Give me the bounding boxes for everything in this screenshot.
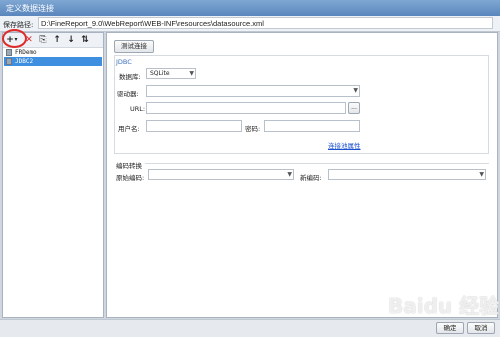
new-encoding-select[interactable]: ▼ xyxy=(328,169,486,180)
url-label: URL: xyxy=(130,105,146,113)
url-browse-button[interactable]: ... xyxy=(348,102,360,114)
chevron-down-icon: ▼ xyxy=(287,171,292,178)
list-item[interactable]: FRDemo xyxy=(4,48,102,57)
database-icon xyxy=(6,58,12,65)
encoding-group-label: 编码转换 xyxy=(116,162,142,170)
new-encoding-label: 新编码: xyxy=(300,174,322,182)
move-down-icon[interactable]: ↓ xyxy=(65,34,77,46)
window-title: 定义数据连接 xyxy=(6,4,54,13)
chevron-down-icon: ▼ xyxy=(189,70,194,77)
move-up-icon[interactable]: ↑ xyxy=(51,34,63,46)
path-field[interactable]: D:\FineReport_9.0\WebReport\WEB-INF\reso… xyxy=(38,17,493,29)
driver-select[interactable]: ▼ xyxy=(146,85,360,97)
jdbc-group-label: JDBC xyxy=(116,58,132,66)
sort-icon[interactable]: ⇅ xyxy=(79,34,91,46)
ok-button[interactable]: 确定 xyxy=(436,322,464,334)
list-item[interactable]: JDBC2 xyxy=(4,57,102,66)
test-connection-button[interactable]: 测试连接 xyxy=(114,40,154,53)
password-label: 密码: xyxy=(245,125,261,133)
copy-icon[interactable]: ⎘ xyxy=(37,34,49,46)
divider xyxy=(145,163,489,164)
url-input[interactable] xyxy=(146,102,346,114)
connection-list-pane xyxy=(2,32,104,318)
list-item-label: FRDemo xyxy=(15,49,37,56)
original-encoding-label: 原始编码: xyxy=(116,174,145,182)
title-bar: 定义数据连接 xyxy=(0,0,500,16)
database-value: SQLite xyxy=(150,70,170,77)
watermark: Baidu 经验 xyxy=(388,294,500,318)
original-encoding-select[interactable]: ▼ xyxy=(148,169,294,180)
driver-label: 驱动器: xyxy=(117,90,139,98)
username-label: 用户名: xyxy=(118,125,140,133)
database-label: 数据库: xyxy=(119,73,141,81)
connection-pool-link[interactable]: 连接池属性 xyxy=(328,140,361,150)
username-input[interactable] xyxy=(146,120,242,132)
highlight-circle xyxy=(2,29,27,48)
button-bar xyxy=(0,319,500,337)
cancel-button[interactable]: 取消 xyxy=(467,322,495,334)
password-input[interactable] xyxy=(264,120,360,132)
database-select[interactable]: SQLite ▼ xyxy=(146,68,196,79)
database-icon xyxy=(6,49,12,56)
chevron-down-icon: ▼ xyxy=(479,171,484,178)
list-item-label: JDBC2 xyxy=(15,58,34,65)
chevron-down-icon: ▼ xyxy=(353,87,358,94)
